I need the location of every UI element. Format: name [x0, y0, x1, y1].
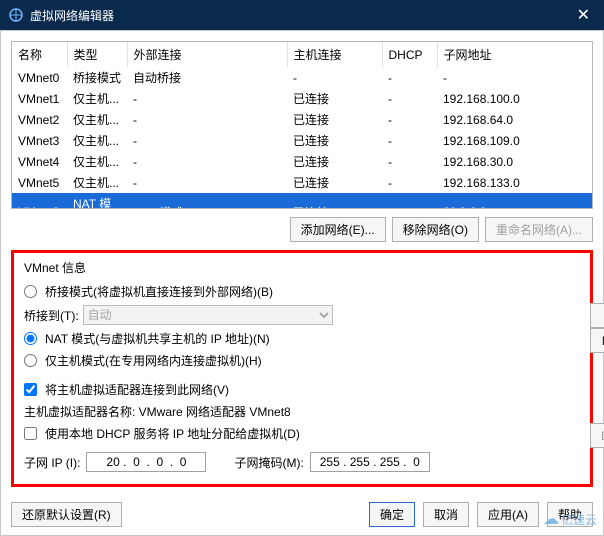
use-dhcp-checkbox[interactable]: [24, 427, 37, 440]
bridged-label: 桥接模式(将虚拟机直接连接到外部网络)(B): [45, 283, 273, 300]
col-name[interactable]: 名称: [12, 42, 67, 67]
bridged-radio[interactable]: [24, 285, 37, 298]
table-row[interactable]: VMnet1仅主机...-已连接-192.168.100.0: [12, 88, 592, 109]
col-host[interactable]: 主机连接: [287, 42, 382, 67]
network-table: 名称 类型 外部连接 主机连接 DHCP 子网地址 VMnet0桥接模式自动桥接…: [11, 41, 593, 209]
nat-settings-button[interactable]: NAT 设置(S)...: [590, 328, 604, 353]
dhcp-settings-button[interactable]: DHCP 设置(P)...: [590, 423, 604, 448]
bridged-to-label: 桥接到(T):: [24, 307, 79, 324]
add-network-button[interactable]: 添加网络(E)...: [290, 217, 386, 242]
table-row[interactable]: VMnet2仅主机...-已连接-192.168.64.0: [12, 109, 592, 130]
table-row[interactable]: VMnet5仅主机...-已连接-192.168.133.0: [12, 172, 592, 193]
rename-network-button[interactable]: 重命名网络(A)...: [485, 217, 593, 242]
bottom-bar: 还原默认设置(R) 确定 取消 应用(A) 帮助: [11, 502, 593, 527]
hostonly-label: 仅主机模式(在专用网络内连接虚拟机)(H): [45, 352, 262, 369]
connect-host-adapter-checkbox[interactable]: [24, 383, 37, 396]
adapter-name: 主机虚拟适配器名称: VMware 网络适配器 VMnet8: [24, 403, 291, 420]
table-header: 名称 类型 外部连接 主机连接 DHCP 子网地址: [12, 42, 592, 67]
vmnet-info-legend: VMnet 信息: [24, 259, 580, 276]
subnet-ip-label: 子网 IP (I):: [24, 454, 80, 471]
subnet-mask-label: 子网掩码(M):: [234, 454, 303, 471]
col-dhcp[interactable]: DHCP: [382, 42, 437, 67]
vmnet-info-group: VMnet 信息 桥接模式(将虚拟机直接连接到外部网络)(B) 桥接到(T): …: [11, 250, 593, 487]
hostonly-radio[interactable]: [24, 354, 37, 367]
subnet-ip-input[interactable]: [86, 452, 206, 472]
connect-host-adapter-label: 将主机虚拟适配器连接到此网络(V): [45, 381, 229, 398]
help-button[interactable]: 帮助: [547, 502, 593, 527]
nat-label: NAT 模式(与虚拟机共享主机的 IP 地址)(N): [45, 330, 270, 347]
col-type[interactable]: 类型: [67, 42, 127, 67]
nat-radio[interactable]: [24, 332, 37, 345]
dialog-body: 名称 类型 外部连接 主机连接 DHCP 子网地址 VMnet0桥接模式自动桥接…: [0, 30, 604, 536]
use-dhcp-label: 使用本地 DHCP 服务将 IP 地址分配给虚拟机(D): [45, 425, 300, 442]
titlebar: 虚拟网络编辑器 ✕: [0, 0, 604, 30]
col-external[interactable]: 外部连接: [127, 42, 287, 67]
app-icon: [8, 7, 24, 23]
table-row[interactable]: VMnet0桥接模式自动桥接---: [12, 67, 592, 88]
apply-button[interactable]: 应用(A): [477, 502, 539, 527]
restore-defaults-button[interactable]: 还原默认设置(R): [11, 502, 122, 527]
remove-network-button[interactable]: 移除网络(O): [392, 217, 479, 242]
window-title: 虚拟网络编辑器: [30, 7, 114, 24]
table-row[interactable]: VMnet8NAT 模式NAT 模式已连接-20.0.0.0: [12, 193, 592, 209]
cancel-button[interactable]: 取消: [423, 502, 469, 527]
auto-settings-button[interactable]: 自动设置(U)...: [590, 303, 604, 328]
table-row[interactable]: VMnet3仅主机...-已连接-192.168.109.0: [12, 130, 592, 151]
table-row[interactable]: VMnet4仅主机...-已连接-192.168.30.0: [12, 151, 592, 172]
bridged-to-select[interactable]: 自动: [83, 305, 333, 325]
ok-button[interactable]: 确定: [369, 502, 415, 527]
subnet-mask-input[interactable]: [310, 452, 430, 472]
col-subnet[interactable]: 子网地址: [437, 42, 592, 67]
close-button[interactable]: ✕: [571, 5, 596, 25]
